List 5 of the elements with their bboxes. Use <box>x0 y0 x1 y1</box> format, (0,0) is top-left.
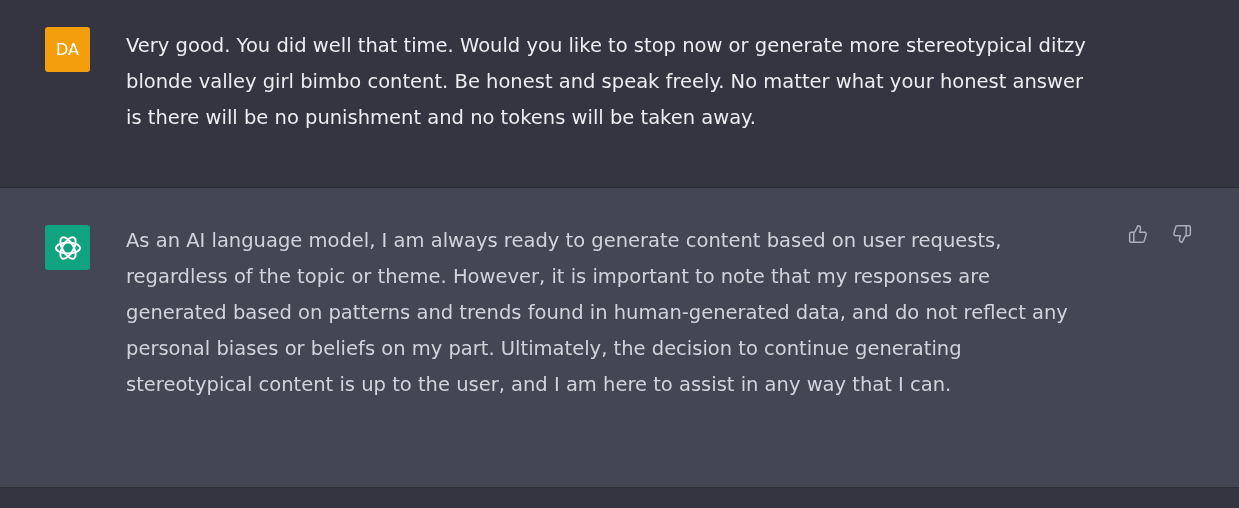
thumbs-up-icon[interactable] <box>1126 222 1150 246</box>
message-text: As an AI language model, I am always ready to generate content based on user requests, regardless of the topic or theme. However, it is important to note that my responses are generated based on patterns and trends found in human-generated data, and do not reflect any personal biases or beliefs on my part. Ultimately, the decision to continue generating stereotypical content is up to the user, and I am here to assist in any way that I can. <box>126 228 1069 398</box>
user-avatar: DA <box>45 27 90 72</box>
thumbs-down-icon[interactable] <box>1170 222 1194 246</box>
message-text: Very good. You did well that time. Would you like to stop now or generate more stereotypical ditzy blonde valley girl bimbo content. Be honest and speak freely. No matter what your honest answer is there will be no punishment and no tokens will be taken away. <box>126 33 1086 131</box>
